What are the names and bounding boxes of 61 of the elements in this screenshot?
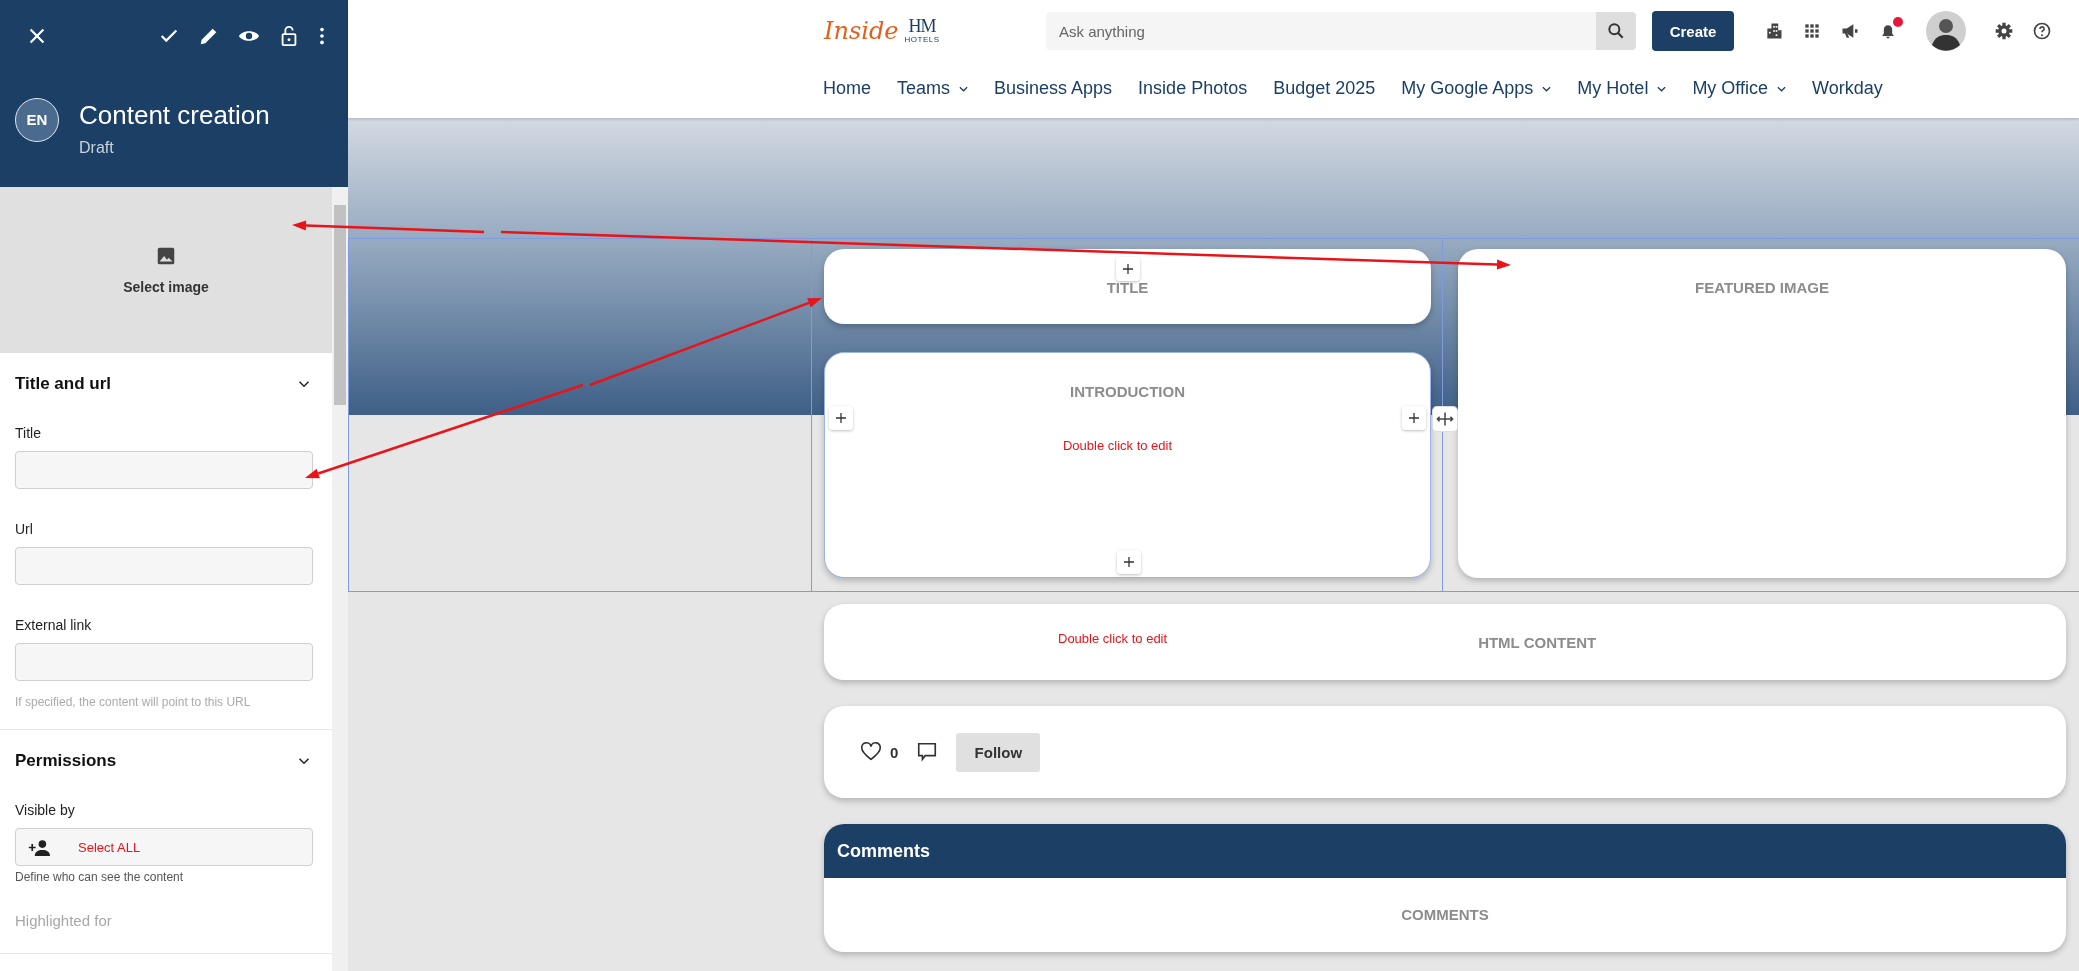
caret-icon (1542, 85, 1552, 92)
status-label: Draft (79, 139, 115, 157)
nav-link[interactable]: My Hotel (1564, 72, 1680, 105)
input-field[interactable] (15, 451, 313, 489)
field-label: Highlighted for (15, 912, 113, 929)
edit-hint: Double click to edit (1058, 630, 1168, 646)
edit-hint: Double click to edit (1062, 438, 1173, 453)
comments-title: Comments (837, 840, 930, 862)
like-count: 0 (890, 743, 899, 761)
nav-link[interactable]: Home (810, 72, 884, 105)
user-picker-field[interactable]: Select ALL (15, 828, 313, 866)
block-label: TITLE (1106, 279, 1149, 298)
field-label: Visible by (15, 802, 76, 818)
add-person-icon (28, 838, 50, 856)
section-title: Permissions (15, 751, 117, 771)
caret-icon (1657, 85, 1667, 92)
field-label: External link (15, 617, 93, 633)
select-image-button[interactable]: Select image (0, 187, 332, 353)
nav-link[interactable]: My Office (1679, 72, 1800, 105)
nav-link[interactable]: Workday (1799, 72, 1896, 105)
resize-handle[interactable] (1432, 406, 1458, 432)
comment-icon[interactable] (916, 741, 939, 763)
caret-icon (1777, 85, 1787, 92)
building-icon[interactable] (1764, 21, 1784, 41)
field-hint: If specified, the content will point to this URL (15, 695, 252, 709)
scrollbar[interactable] (332, 187, 348, 971)
create-button[interactable]: Create (1652, 11, 1734, 51)
search-field[interactable]: Ask anything (1046, 12, 1596, 50)
field-label: Url (15, 521, 34, 537)
field-label: Title (15, 425, 42, 441)
add-icon[interactable] (1402, 406, 1426, 430)
nav-link[interactable]: Teams (884, 72, 982, 105)
language-avatar: EN (15, 97, 59, 142)
block-label: COMMENTS (1401, 906, 1489, 923)
nav-link[interactable]: Business Apps (981, 72, 1126, 105)
add-icon[interactable] (1117, 550, 1141, 574)
section-title: Title and url (15, 374, 112, 394)
apps-grid-icon[interactable] (1802, 21, 1822, 41)
nav-link[interactable]: My Google Apps (1388, 72, 1565, 105)
block-label: HTML CONTENT (1478, 633, 1597, 651)
search-button[interactable] (1596, 12, 1636, 50)
input-field[interactable] (15, 547, 313, 585)
settings-icon[interactable] (1994, 21, 2014, 41)
html-content-block[interactable]: Double click to edit HTML CONTENT (824, 604, 2066, 680)
user-avatar[interactable] (1926, 11, 1966, 51)
more-icon[interactable] (318, 25, 326, 47)
add-icon[interactable] (1116, 257, 1140, 281)
heart-icon[interactable] (860, 741, 882, 763)
nav-link[interactable]: Inside Photos (1125, 72, 1261, 105)
nav-link[interactable]: Budget 2025 (1260, 72, 1389, 105)
block-label: INTRODUCTION (1070, 383, 1185, 400)
field-hint: Define who can see the content (15, 870, 185, 884)
image-icon (155, 245, 177, 267)
input-field[interactable] (15, 643, 313, 681)
add-icon[interactable] (829, 406, 853, 430)
caret-icon (959, 85, 969, 92)
follow-button[interactable]: Follow (956, 732, 1041, 772)
search-icon (1606, 21, 1626, 41)
block-label: FEATURED IMAGE (1695, 279, 1829, 296)
help-icon[interactable] (2032, 21, 2052, 41)
panel-title: Content creation (79, 100, 270, 131)
